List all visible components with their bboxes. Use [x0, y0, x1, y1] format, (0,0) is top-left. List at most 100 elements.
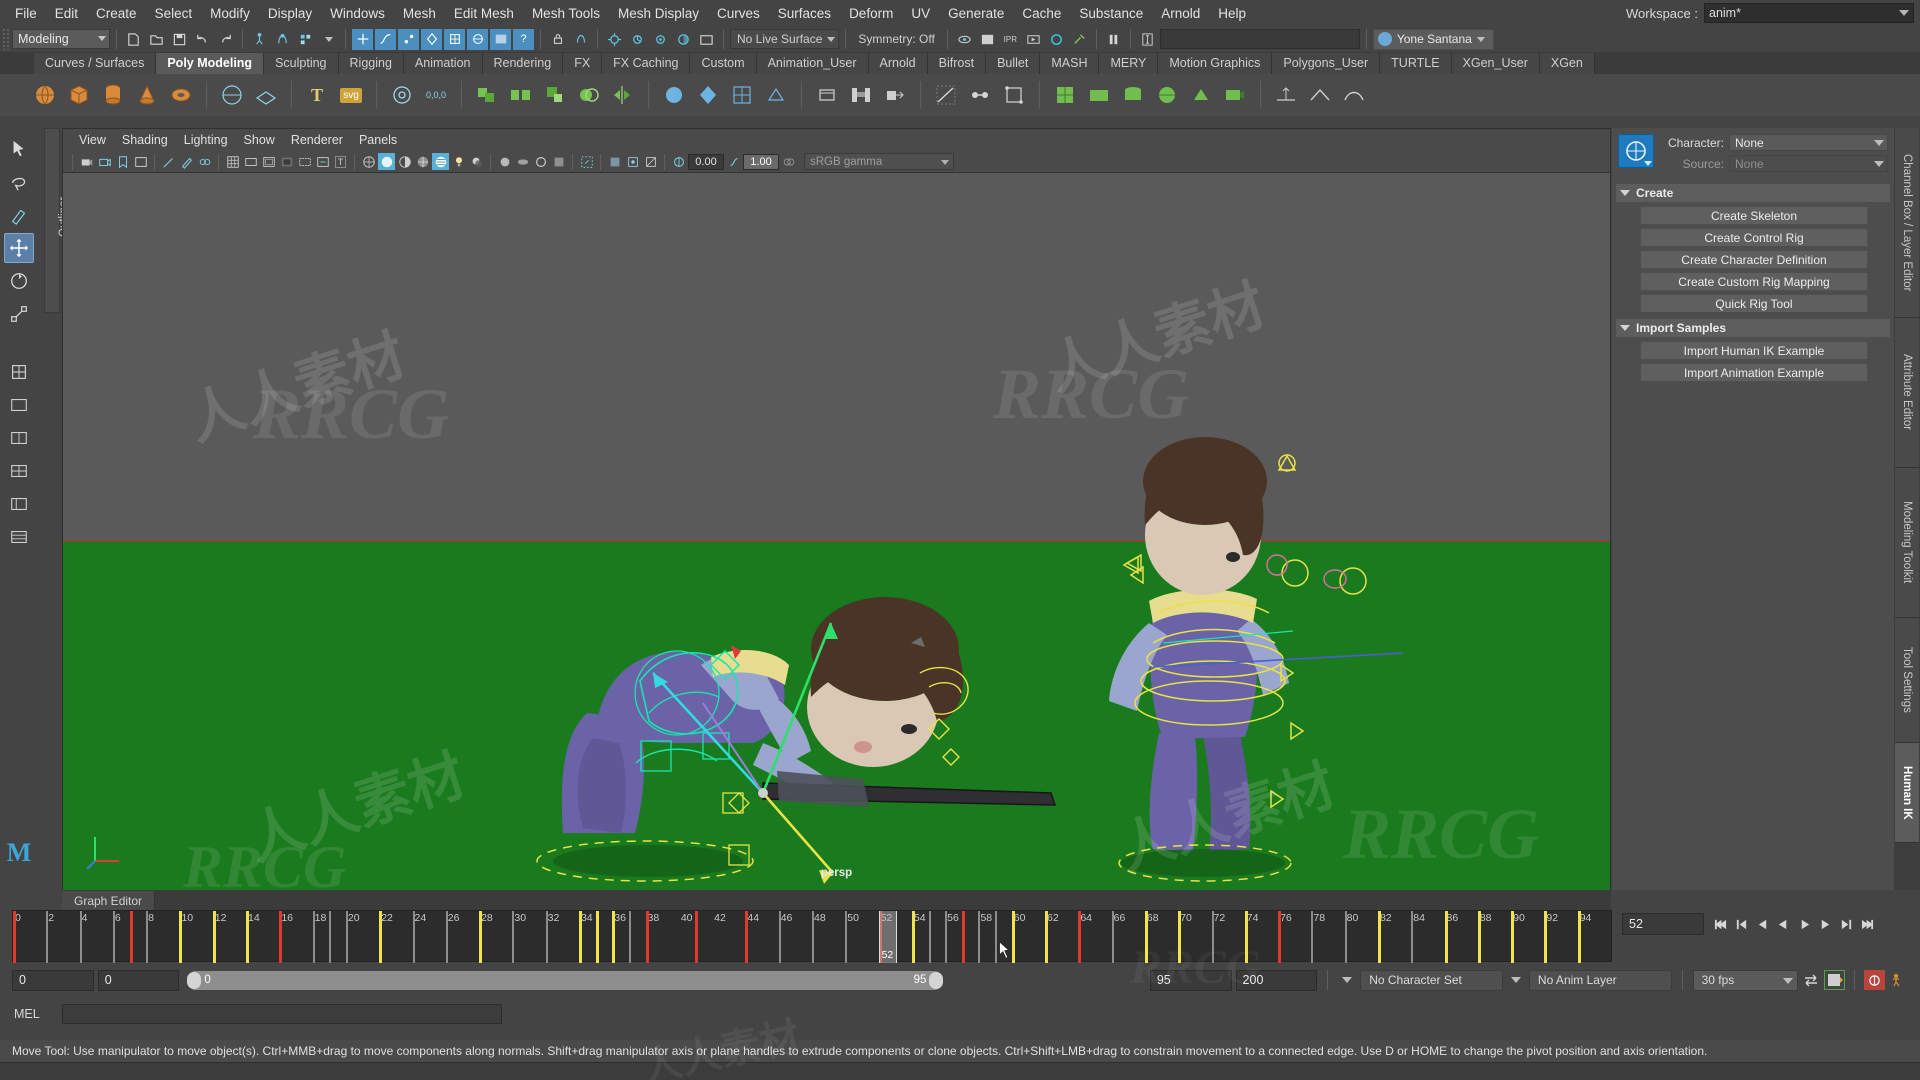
keyframe-tick[interactable]	[412, 911, 415, 963]
auto-keyframe-toggle[interactable]	[1864, 970, 1886, 990]
snap-to-grid-icon[interactable]	[352, 28, 373, 50]
shelf-tab-arnold[interactable]: Arnold	[868, 53, 928, 74]
shelf-tab-animation[interactable]: Animation	[403, 53, 483, 74]
shade-selected-icon[interactable]	[396, 153, 413, 170]
hik-button-import-human-ik-example[interactable]: Import Human IK Example	[1640, 341, 1868, 360]
snap-to-point-icon[interactable]	[398, 28, 419, 50]
vertical-tab-modeling-toolkit[interactable]: Modeling Toolkit	[1895, 468, 1919, 618]
keyframe-tick[interactable]	[545, 911, 548, 963]
animation-end-time-field[interactable]: 200	[1235, 969, 1318, 991]
viewport-menu-lighting[interactable]: Lighting	[176, 131, 236, 149]
keyframe-tick[interactable]	[628, 911, 631, 963]
human-ik-logo-icon[interactable]	[1618, 134, 1654, 168]
playback-end-time-field[interactable]: 95	[1149, 969, 1232, 991]
keyframe-tick[interactable]	[1444, 911, 1448, 963]
svg-import-icon[interactable]: svg	[336, 80, 366, 110]
render-current-frame-icon[interactable]	[604, 29, 625, 50]
select-by-component-icon[interactable]	[295, 29, 316, 50]
shelf-tab-rigging[interactable]: Rigging	[338, 53, 404, 74]
gate-mask-icon[interactable]	[278, 153, 295, 170]
pause-icon[interactable]	[1103, 29, 1124, 50]
menu-edit[interactable]: Edit	[46, 3, 87, 24]
color-space-dropdown[interactable]: sRGB gamma	[804, 153, 954, 170]
menu-uv[interactable]: UV	[902, 3, 939, 24]
keyframe-tick[interactable]	[928, 911, 931, 963]
play-forwards-button[interactable]	[1796, 916, 1813, 933]
make-live-icon[interactable]	[490, 28, 511, 50]
bevel-icon[interactable]	[812, 80, 842, 110]
menu-surfaces[interactable]: Surfaces	[769, 3, 840, 24]
step-forward-frame-button[interactable]	[1817, 916, 1834, 933]
menu-mesh-tools[interactable]: Mesh Tools	[523, 3, 609, 24]
snap-to-curve-icon[interactable]	[375, 28, 396, 50]
step-forward-keyframe-button[interactable]	[1838, 916, 1855, 933]
shelf-tab-xgen-user[interactable]: XGen_User	[1451, 53, 1540, 74]
time-slider[interactable]: 0 2 4 6 8 10 12 14 16 18 20 22 24 26 28 30 32 34 36 38 40 42 4…	[12, 910, 1612, 963]
hik-button-create-control-rig[interactable]: Create Control Rig	[1640, 228, 1868, 247]
film-origin-icon[interactable]	[296, 153, 313, 170]
booleans-icon[interactable]	[574, 80, 604, 110]
undo-icon[interactable]	[192, 29, 213, 50]
menu-modify[interactable]: Modify	[201, 3, 259, 24]
select-by-hierarchy-icon[interactable]	[249, 29, 270, 50]
keyframe-tick[interactable]	[479, 911, 483, 963]
shelf-tab-sculpting[interactable]: Sculpting	[264, 53, 339, 74]
gamma-value[interactable]: 1.00	[743, 153, 779, 170]
viewport-menu-show[interactable]: Show	[236, 131, 283, 149]
hypershade-icon[interactable]	[673, 29, 694, 50]
xray-display-icon[interactable]	[606, 153, 623, 170]
keyframe-tick[interactable]	[1078, 911, 1082, 963]
uv-cylindrical-icon[interactable]	[1118, 80, 1148, 110]
retopologize-icon[interactable]	[761, 80, 791, 110]
text-cursor-icon[interactable]	[1137, 29, 1158, 50]
menu-help[interactable]: Help	[1209, 3, 1255, 24]
uv-planar-icon[interactable]	[1084, 80, 1114, 110]
exposure-icon[interactable]	[670, 153, 687, 170]
viewport-menu-panels[interactable]: Panels	[351, 131, 405, 149]
go-to-end-button[interactable]	[1859, 916, 1876, 933]
keyframe-tick[interactable]	[645, 911, 649, 963]
anim-layer-chevron-icon[interactable]	[1510, 977, 1521, 983]
menu-edit-mesh[interactable]: Edit Mesh	[445, 3, 523, 24]
normals-icon[interactable]	[1271, 80, 1301, 110]
shelf-tab-xgen[interactable]: XGen	[1539, 53, 1595, 74]
keyframe-tick[interactable]	[911, 911, 915, 963]
live-surface-dropdown[interactable]: No Live Surface	[730, 29, 840, 49]
select-camera-icon[interactable]	[78, 153, 95, 170]
smooth-shade-all-icon[interactable]	[378, 153, 395, 170]
toolbar-grip[interactable]	[2, 28, 10, 50]
menu-generate[interactable]: Generate	[939, 3, 1013, 24]
keyframe-tick[interactable]	[745, 911, 749, 963]
multi-cut-icon[interactable]	[931, 80, 961, 110]
two-d-pan-zoom-icon[interactable]	[160, 153, 177, 170]
vertical-tab-tool-settings[interactable]: Tool Settings	[1895, 618, 1919, 743]
loop-playback-icon[interactable]	[1802, 970, 1821, 990]
shelf-tab-poly-modeling[interactable]: Poly Modeling	[156, 53, 265, 74]
time-slider-playhead[interactable]: 52	[878, 911, 897, 963]
keyframe-tick[interactable]	[1377, 911, 1381, 963]
uv-editor-green-icon[interactable]	[1050, 80, 1080, 110]
keyframe-tick[interactable]	[1045, 911, 1049, 963]
nurbs-sphere-icon[interactable]	[217, 80, 247, 110]
uv-camera-icon[interactable]	[1220, 80, 1250, 110]
snap-to-uv-icon[interactable]	[467, 28, 488, 50]
uv-spherical-icon[interactable]	[1152, 80, 1182, 110]
menu-curves[interactable]: Curves	[708, 3, 769, 24]
menu-substance[interactable]: Substance	[1070, 3, 1152, 24]
bridge-icon[interactable]	[846, 80, 876, 110]
menu-select[interactable]: Select	[146, 3, 202, 24]
wireframe-shading-icon[interactable]	[360, 153, 377, 170]
range-slider-bar[interactable]: 0 95	[187, 970, 944, 990]
lock-icon[interactable]	[547, 29, 568, 50]
shelf-tab-curves-surfaces[interactable]: Curves / Surfaces	[34, 53, 157, 74]
snap-coordinates-icon[interactable]: 0,0,0	[421, 80, 451, 110]
keyframe-tick[interactable]	[945, 911, 948, 963]
use-all-lights-icon[interactable]	[450, 153, 467, 170]
keyframe-tick[interactable]	[212, 911, 216, 963]
character-dropdown[interactable]: None	[1729, 134, 1888, 151]
keyframe-tick[interactable]	[512, 911, 515, 963]
range-slider-left-handle[interactable]	[187, 971, 202, 989]
show-hide-eye-icon[interactable]	[954, 29, 975, 50]
hik-button-quick-rig-tool[interactable]: Quick Rig Tool	[1640, 294, 1868, 313]
render-sequence-icon[interactable]	[1023, 29, 1044, 50]
